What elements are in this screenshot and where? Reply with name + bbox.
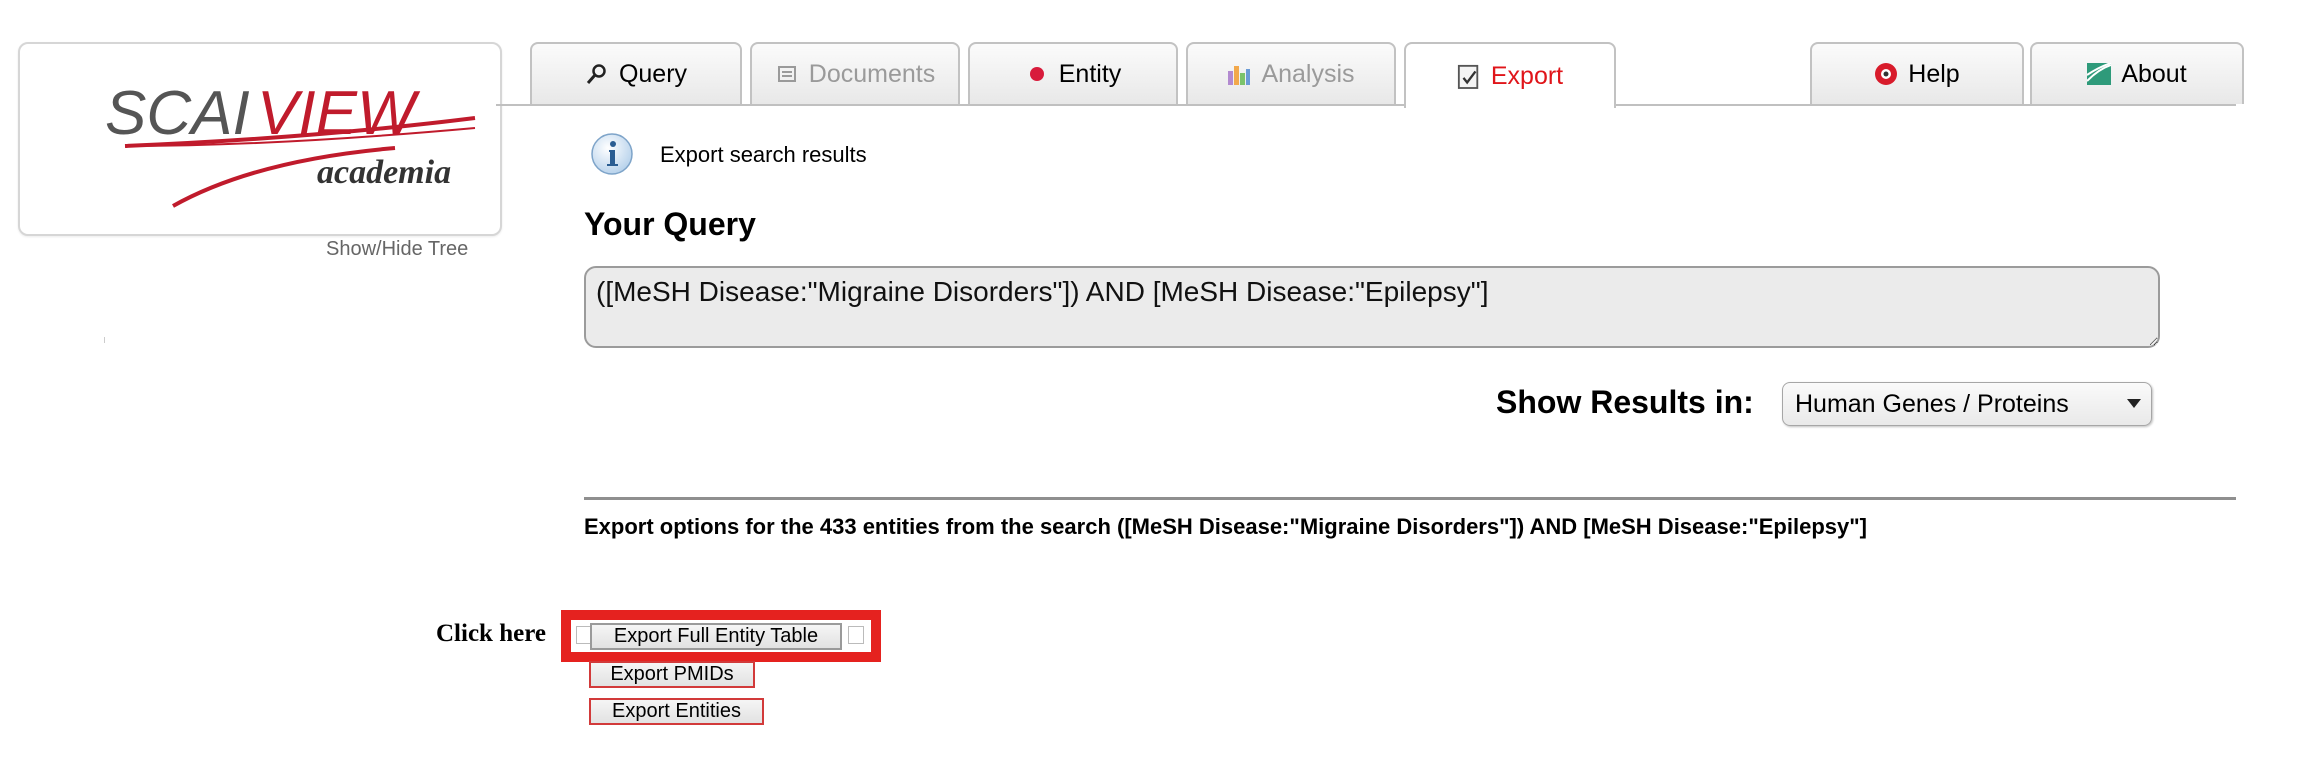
dropdown-arrow-icon xyxy=(2127,399,2141,408)
tab-help[interactable]: Help xyxy=(1810,42,2024,104)
tab-query[interactable]: Query xyxy=(530,42,742,104)
help-icon xyxy=(1874,62,1898,86)
info-icon xyxy=(590,132,634,176)
export-options-text: Export options for the 433 entities from… xyxy=(584,514,1867,539)
tab-bar-baseline xyxy=(496,104,2236,106)
export-check-icon xyxy=(1457,64,1481,89)
tab-analysis[interactable]: Analysis xyxy=(1186,42,1396,104)
tab-help-label: Help xyxy=(1908,59,1960,88)
results-type-select[interactable]: Human Genes / Proteins xyxy=(1782,382,2152,426)
document-icon xyxy=(775,62,799,86)
tab-entity[interactable]: Entity xyxy=(968,42,1178,104)
tab-export-label: Export xyxy=(1490,61,1564,90)
show-results-label: Show Results in: xyxy=(1496,384,1754,420)
export-entities-button[interactable]: Export Entities xyxy=(589,698,764,725)
section-divider xyxy=(584,497,2236,500)
results-type-value: Human Genes / Proteins xyxy=(1795,389,2069,418)
about-icon xyxy=(2087,62,2112,86)
export-pmids-button[interactable]: Export PMIDs xyxy=(589,661,755,688)
export-full-entity-table-button[interactable]: Export Full Entity Table xyxy=(590,623,842,650)
tree-marker xyxy=(104,337,105,343)
tab-documents-label: Documents xyxy=(808,59,936,88)
magnifier-icon xyxy=(585,62,609,86)
your-query-heading: Your Query xyxy=(584,206,756,242)
logo-text-scai: SCAI xyxy=(105,79,250,148)
tab-export[interactable]: Export xyxy=(1404,42,1616,108)
show-hide-tree-link[interactable]: Show/Hide Tree xyxy=(326,238,468,261)
tab-query-label: Query xyxy=(618,59,688,88)
logo-panel: SCAI VIEW academia xyxy=(18,42,502,236)
red-dot-icon xyxy=(1025,62,1049,86)
logo-text-academia: academia xyxy=(317,154,451,191)
click-here-annotation: Click here xyxy=(436,620,546,647)
info-text: Export search results xyxy=(660,142,867,167)
tab-documents[interactable]: Documents xyxy=(750,42,960,104)
tab-analysis-label: Analysis xyxy=(1261,59,1355,88)
scaiview-logo: SCAI VIEW academia xyxy=(105,79,476,208)
checkbox-right[interactable] xyxy=(848,626,864,644)
tab-about[interactable]: About xyxy=(2030,42,2244,104)
tab-about-label: About xyxy=(2121,59,2187,88)
query-textarea[interactable]: ([MeSH Disease:"Migraine Disorders"]) AN… xyxy=(584,266,2160,348)
bar-chart-icon xyxy=(1227,62,1251,86)
tab-entity-label: Entity xyxy=(1058,59,1122,88)
